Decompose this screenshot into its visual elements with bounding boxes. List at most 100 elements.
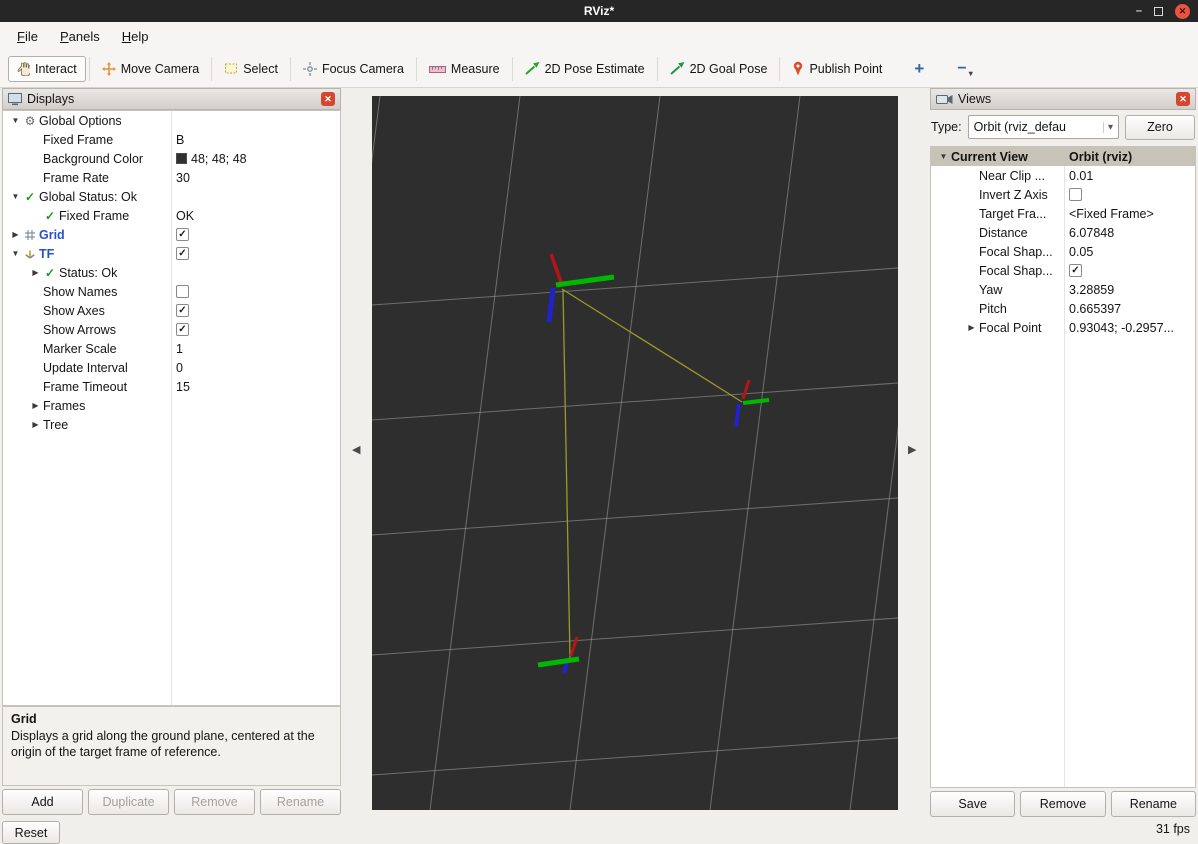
displays-row-tf[interactable]: ▼ TF ✓ bbox=[3, 244, 340, 263]
toolbar-separator bbox=[656, 56, 658, 81]
minimize-icon[interactable]: – bbox=[1136, 5, 1142, 17]
row-label: Frame Rate bbox=[43, 170, 109, 185]
views-row-pitch[interactable]: Pitch 0.665397 bbox=[931, 299, 1195, 318]
row-label: Show Names bbox=[43, 284, 118, 299]
views-row-yaw[interactable]: Yaw 3.28859 bbox=[931, 280, 1195, 299]
expand-arrow-icon[interactable]: ▶ bbox=[29, 420, 42, 429]
displays-row-marker-scale[interactable]: Marker Scale 1 bbox=[3, 339, 340, 358]
tool-publish-point-button[interactable]: Publish Point bbox=[783, 55, 891, 82]
views-panel-icon bbox=[936, 94, 953, 105]
expand-arrow-icon[interactable]: ▶ bbox=[29, 268, 42, 277]
views-panel-header[interactable]: Views ✕ bbox=[930, 88, 1196, 110]
tool-select-button[interactable]: Select bbox=[215, 56, 287, 82]
row-value: 3.28859 bbox=[1069, 282, 1115, 297]
rviz-window: RViz* – ✕ File Panels Help Interact Move Ca… bbox=[0, 0, 1198, 844]
displays-row-status-ok[interactable]: ▶ ✓ Status: Ok bbox=[3, 263, 340, 282]
views-row-target-fra[interactable]: Target Fra... <Fixed Frame> bbox=[931, 204, 1195, 223]
checkbox-checked[interactable]: ✓ bbox=[176, 247, 189, 260]
row-value: Orbit (rviz) bbox=[1069, 149, 1133, 164]
menu-file[interactable]: File bbox=[6, 25, 49, 48]
pose-estimate-icon bbox=[524, 62, 540, 75]
row-value: 0.01 bbox=[1069, 168, 1094, 183]
displays-row-grid[interactable]: ▶ Grid ✓ bbox=[3, 225, 340, 244]
remove-tool-button[interactable]: − ▾ bbox=[949, 60, 980, 78]
tool-2d-pose-estimate-button[interactable]: 2D Pose Estimate bbox=[516, 56, 654, 82]
tool-label: Interact bbox=[35, 61, 77, 76]
checkbox-unchecked[interactable] bbox=[176, 285, 189, 298]
collapse-arrow-icon[interactable]: ▼ bbox=[9, 192, 22, 201]
displays-row-global-status-ok[interactable]: ▼ ✓ Global Status: Ok bbox=[3, 187, 340, 206]
expand-arrow-icon[interactable]: ▶ bbox=[9, 230, 22, 239]
collapse-right-icon[interactable]: ▶ bbox=[908, 443, 916, 456]
displays-row-fixed-frame[interactable]: Fixed Frame B bbox=[3, 130, 340, 149]
displays-panel-icon bbox=[8, 92, 22, 106]
displays-row-tree[interactable]: ▶ Tree bbox=[3, 415, 340, 434]
displays-row-show-axes[interactable]: Show Axes ✓ bbox=[3, 301, 340, 320]
toolbar-separator bbox=[415, 56, 417, 81]
views-row-focal-shap[interactable]: Focal Shap... 0.05 bbox=[931, 242, 1195, 261]
tool-interact-button[interactable]: Interact bbox=[8, 55, 86, 82]
collapse-arrow-icon[interactable]: ▼ bbox=[9, 116, 22, 125]
expand-arrow-icon[interactable]: ▶ bbox=[965, 323, 978, 332]
views-save-button[interactable]: Save bbox=[930, 791, 1016, 817]
views-row-focal-shap[interactable]: Focal Shap... ✓ bbox=[931, 261, 1195, 280]
displays-panel-header[interactable]: Displays ✕ bbox=[2, 88, 341, 110]
toolbar-separator bbox=[211, 56, 213, 81]
check-icon: ✓ bbox=[44, 208, 56, 223]
displays-row-frame-rate[interactable]: Frame Rate 30 bbox=[3, 168, 340, 187]
collapse-arrow-icon[interactable]: ▼ bbox=[937, 152, 950, 161]
displays-add-button[interactable]: Add bbox=[2, 789, 83, 815]
window-controls: – ✕ bbox=[1136, 0, 1190, 22]
checkbox-checked[interactable]: ✓ bbox=[176, 304, 189, 317]
collapse-arrow-icon[interactable]: ▼ bbox=[9, 249, 22, 258]
views-row-near-clip[interactable]: Near Clip ... 0.01 bbox=[931, 166, 1195, 185]
views-close-icon[interactable]: ✕ bbox=[1176, 92, 1190, 106]
reset-button[interactable]: Reset bbox=[2, 821, 60, 844]
measure-icon bbox=[428, 63, 446, 75]
row-label: Frames bbox=[43, 398, 86, 413]
views-row-current-view[interactable]: ▼ Current View Orbit (rviz) bbox=[931, 147, 1195, 166]
close-icon[interactable]: ✕ bbox=[1175, 3, 1190, 19]
toolbar: Interact Move Camera Select Focus Camera Mea… bbox=[0, 50, 1198, 88]
displays-row-show-names[interactable]: Show Names bbox=[3, 282, 340, 301]
collapse-left-icon[interactable]: ◀ bbox=[352, 443, 360, 456]
displays-duplicate-button: Duplicate bbox=[88, 789, 169, 815]
displays-row-show-arrows[interactable]: Show Arrows ✓ bbox=[3, 320, 340, 339]
expand-arrow-icon[interactable]: ▶ bbox=[29, 401, 42, 410]
titlebar[interactable]: RViz* – ✕ bbox=[0, 0, 1198, 22]
checkbox-checked[interactable]: ✓ bbox=[1069, 264, 1082, 277]
displays-row-frame-timeout[interactable]: Frame Timeout 15 bbox=[3, 377, 340, 396]
menu-panels[interactable]: Panels bbox=[49, 25, 111, 48]
3d-viewport[interactable] bbox=[289, 95, 941, 811]
row-label: Target Fra... bbox=[979, 206, 1047, 221]
checkbox-checked[interactable]: ✓ bbox=[176, 323, 189, 336]
focus-camera-icon bbox=[302, 61, 317, 76]
views-row-focal-point[interactable]: ▶ Focal Point 0.93043; -0.2957... bbox=[931, 318, 1195, 337]
zero-button[interactable]: Zero bbox=[1125, 114, 1195, 140]
displays-tree: ▼ ⚙ Global Options Fixed Frame B Background C… bbox=[2, 110, 341, 706]
row-value: OK bbox=[176, 208, 195, 223]
views-rename-button[interactable]: Rename bbox=[1110, 791, 1196, 817]
displays-row-frames[interactable]: ▶ Frames bbox=[3, 396, 340, 415]
add-tool-button[interactable]: + bbox=[905, 59, 933, 79]
checkbox-unchecked[interactable] bbox=[1069, 188, 1082, 201]
tool-measure-button[interactable]: Measure bbox=[420, 56, 509, 82]
views-row-invert-z-axis[interactable]: Invert Z Axis bbox=[931, 185, 1195, 204]
displays-close-icon[interactable]: ✕ bbox=[321, 92, 335, 106]
displays-row-background-color[interactable]: Background Color 48; 48; 48 bbox=[3, 149, 340, 168]
displays-row-update-interval[interactable]: Update Interval 0 bbox=[3, 358, 340, 377]
displays-row-fixed-frame[interactable]: ✓ Fixed Frame OK bbox=[3, 206, 340, 225]
tool-2d-goal-pose-button[interactable]: 2D Goal Pose bbox=[661, 56, 777, 82]
displays-row-global-options[interactable]: ▼ ⚙ Global Options bbox=[3, 111, 340, 130]
maximize-icon[interactable] bbox=[1154, 6, 1163, 16]
view-type-dropdown[interactable]: Orbit (rviz_defau ▾ bbox=[967, 115, 1119, 139]
views-remove-button[interactable]: Remove bbox=[1020, 791, 1106, 817]
view-type-label: Type: bbox=[931, 120, 962, 134]
tool-move-camera-button[interactable]: Move Camera bbox=[93, 56, 209, 82]
row-label: Yaw bbox=[979, 282, 1003, 297]
menu-help[interactable]: Help bbox=[111, 25, 160, 48]
interact-hand-icon bbox=[17, 61, 30, 76]
checkbox-checked[interactable]: ✓ bbox=[176, 228, 189, 241]
tool-focus-camera-button[interactable]: Focus Camera bbox=[294, 56, 413, 82]
views-row-distance[interactable]: Distance 6.07848 bbox=[931, 223, 1195, 242]
